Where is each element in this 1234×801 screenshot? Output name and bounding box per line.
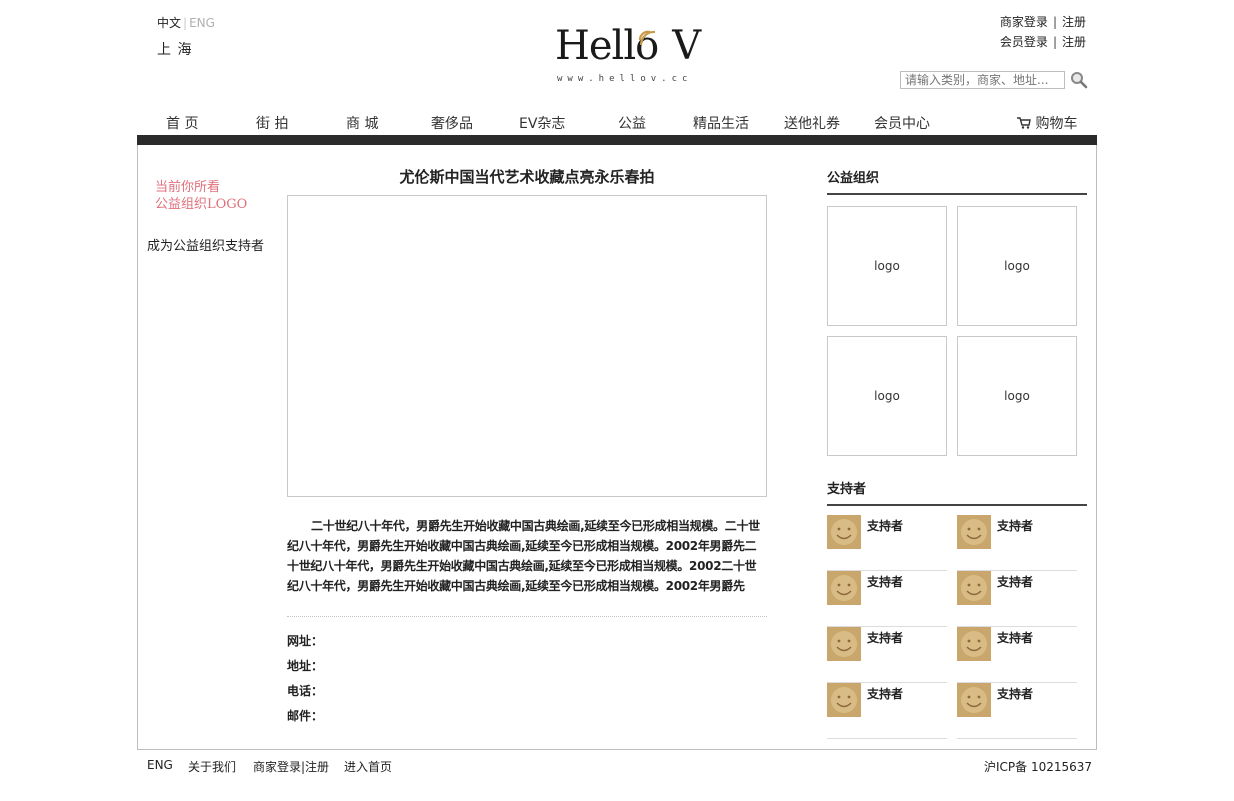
supporter-divider bbox=[827, 738, 947, 739]
notice-line-1: 当前你所看 bbox=[155, 180, 221, 195]
site-logo[interactable]: Hello V www.hellov.cc bbox=[555, 22, 701, 88]
nav-item-cart[interactable]: 购物车 bbox=[1017, 113, 1077, 133]
footer-eng-link[interactable]: ENG bbox=[147, 758, 173, 772]
nav-item-gift-voucher[interactable]: 送他礼券 bbox=[784, 113, 840, 133]
smiley-avatar-icon bbox=[827, 571, 861, 605]
nav-item-lifestyle[interactable]: 精品生活 bbox=[693, 113, 749, 133]
merchant-login-link[interactable]: 商家登录 bbox=[1000, 15, 1048, 29]
merchant-account-links: 商家登录 | 注册 bbox=[999, 15, 1086, 29]
supporters-section-divider bbox=[827, 504, 1087, 506]
cart-label: 购物车 bbox=[1035, 116, 1078, 132]
supporter-name: 支持者 bbox=[867, 687, 904, 701]
footer-merchant-login-link[interactable]: 商家登录|注册 bbox=[253, 758, 329, 775]
article-body: 二十世纪八十年代，男爵先生开始收藏中国古典绘画,延续至今已形成相当规模。二十世纪… bbox=[287, 519, 760, 593]
nav-item-charity[interactable]: 公益 bbox=[618, 113, 646, 133]
article-divider bbox=[287, 616, 767, 617]
supporter-item[interactable]: 支持者 bbox=[827, 515, 947, 571]
supporter-name: 支持者 bbox=[997, 575, 1034, 589]
lang-separator: | bbox=[183, 16, 188, 30]
current-viewing-notice: 当前你所看 公益组织LOGO bbox=[155, 179, 247, 213]
main-nav: 首 页 街 拍 商 城 奢侈品 EV杂志 公益 精品生活 送他礼券 会员中心 购… bbox=[137, 113, 1097, 133]
logo-url-text: www.hellov.cc bbox=[557, 74, 693, 84]
supporter-name: 支持者 bbox=[997, 687, 1034, 701]
supporter-name: 支持者 bbox=[997, 519, 1034, 533]
smiley-avatar-icon bbox=[957, 571, 991, 605]
footer-about-link[interactable]: 关于我们 bbox=[188, 758, 236, 775]
nav-item-home[interactable]: 首 页 bbox=[166, 113, 198, 133]
footer-enter-home-link[interactable]: 进入首页 bbox=[344, 758, 392, 775]
supporter-name: 支持者 bbox=[997, 631, 1034, 645]
lang-zh-link[interactable]: 中文 bbox=[157, 16, 181, 30]
nav-item-member-center[interactable]: 会员中心 bbox=[874, 113, 930, 133]
notice-line-2: 公益组织LOGO bbox=[155, 197, 248, 212]
supporters-section-title: 支持者 bbox=[827, 482, 867, 497]
article-image-placeholder bbox=[287, 195, 767, 497]
info-address-label: 地址： bbox=[287, 659, 324, 673]
supporter-item[interactable]: 支持者 bbox=[957, 571, 1077, 627]
smiley-avatar-icon bbox=[957, 515, 991, 549]
supporter-item[interactable]: 支持者 bbox=[827, 683, 947, 739]
search-input[interactable] bbox=[900, 71, 1065, 89]
supporter-divider bbox=[957, 738, 1077, 739]
become-supporter-link[interactable]: 成为公益组织支持者 bbox=[147, 235, 264, 254]
org-logo-tile[interactable]: logo bbox=[957, 206, 1077, 326]
supporter-item[interactable]: 支持者 bbox=[957, 683, 1077, 739]
signal-arc-icon bbox=[638, 30, 656, 46]
lang-en-link[interactable]: ENG bbox=[189, 16, 215, 30]
search-icon[interactable] bbox=[1070, 71, 1088, 89]
org-section-title: 公益组织 bbox=[827, 171, 880, 186]
footer-icp-text: 沪ICP备 10215637 bbox=[984, 760, 1093, 774]
nav-item-street[interactable]: 街 拍 bbox=[256, 113, 288, 133]
merchant-register-link[interactable]: 注册 bbox=[1062, 15, 1086, 29]
info-website-label: 网址： bbox=[287, 634, 324, 648]
logo-wordmark: Hello V bbox=[555, 22, 701, 70]
supporter-item[interactable]: 支持者 bbox=[957, 515, 1077, 571]
supporter-name: 支持者 bbox=[867, 631, 904, 645]
logo-text-right: V bbox=[672, 23, 701, 69]
article-title: 尤伦斯中国当代艺术收藏点亮永乐春拍 bbox=[399, 168, 655, 186]
member-register-link[interactable]: 注册 bbox=[1062, 35, 1086, 49]
nav-item-luxury[interactable]: 奢侈品 bbox=[431, 113, 473, 133]
org-logo-tile[interactable]: logo bbox=[827, 206, 947, 326]
org-logo-tile[interactable]: logo bbox=[957, 336, 1077, 456]
city-selector[interactable]: 上 海 bbox=[157, 39, 192, 59]
smiley-avatar-icon bbox=[827, 683, 861, 717]
smiley-avatar-icon bbox=[957, 627, 991, 661]
member-account-links: 会员登录 | 注册 bbox=[999, 35, 1086, 49]
supporter-item[interactable]: 支持者 bbox=[827, 627, 947, 683]
cart-icon bbox=[1017, 117, 1031, 129]
nav-item-mall[interactable]: 商 城 bbox=[346, 113, 378, 133]
smiley-avatar-icon bbox=[827, 515, 861, 549]
supporter-name: 支持者 bbox=[867, 519, 904, 533]
supporter-item[interactable]: 支持者 bbox=[957, 627, 1077, 683]
org-logo-tile[interactable]: logo bbox=[827, 336, 947, 456]
smiley-avatar-icon bbox=[827, 627, 861, 661]
nav-item-magazine[interactable]: EV杂志 bbox=[519, 113, 565, 133]
info-phone-label: 电话： bbox=[287, 684, 324, 698]
org-section-divider bbox=[827, 193, 1087, 195]
nav-underline-bar bbox=[137, 135, 1097, 145]
language-switcher: 中文 | ENG bbox=[157, 14, 215, 31]
smiley-avatar-icon bbox=[957, 683, 991, 717]
supporter-item[interactable]: 支持者 bbox=[827, 571, 947, 627]
info-email-label: 邮件： bbox=[287, 709, 324, 723]
supporter-name: 支持者 bbox=[867, 575, 904, 589]
member-login-link[interactable]: 会员登录 bbox=[1000, 35, 1048, 49]
